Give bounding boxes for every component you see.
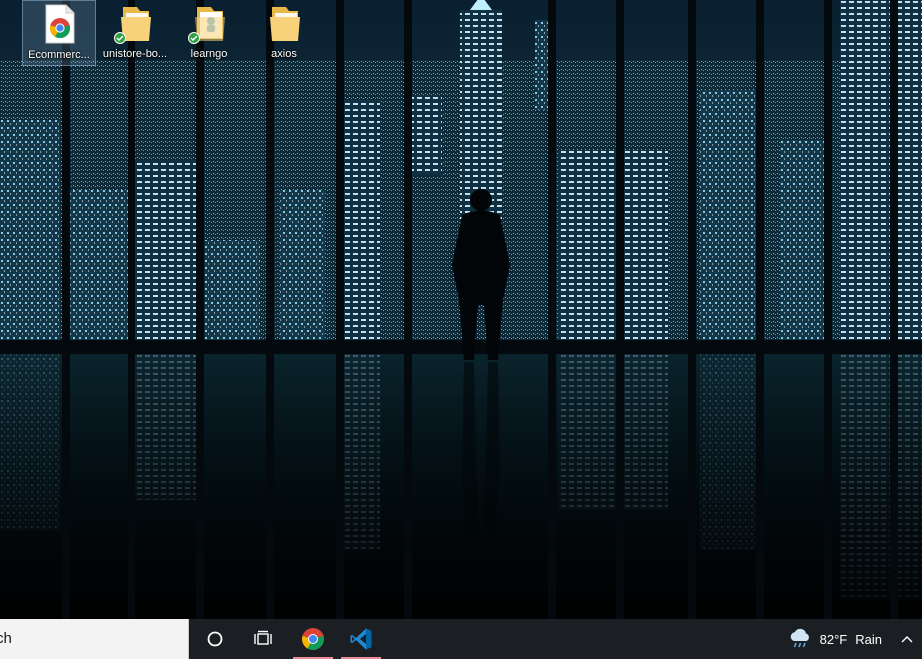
rain-cloud-icon bbox=[790, 628, 809, 648]
desktop-icon-learngo-folder[interactable]: learngo bbox=[172, 0, 246, 66]
weather-widget[interactable]: 82°F Rain bbox=[782, 619, 892, 659]
task-view-icon bbox=[254, 630, 272, 645]
sync-check-icon bbox=[188, 32, 200, 44]
folder-icon bbox=[266, 3, 302, 43]
folder-icon bbox=[188, 3, 227, 44]
taskbar-search-box[interactable]: ch bbox=[0, 619, 189, 659]
show-hidden-icons-button[interactable] bbox=[892, 619, 922, 659]
desktop-icon-ecommerce-shortcut[interactable]: Ecommerc... bbox=[22, 0, 96, 66]
cortana-button[interactable] bbox=[191, 619, 239, 659]
weather-condition: Rain bbox=[855, 631, 882, 647]
desktop-icon-label: Ecommerc... bbox=[28, 49, 90, 61]
sync-check-icon bbox=[114, 32, 126, 44]
system-tray: 82°F Rain bbox=[782, 619, 922, 659]
desktop-icon-axios-folder[interactable]: axios bbox=[247, 0, 321, 66]
desktop-icon-unistore-folder[interactable]: unistore-bo... bbox=[98, 0, 172, 66]
chevron-up-icon bbox=[901, 636, 913, 643]
search-input-text: ch bbox=[0, 630, 12, 647]
folder-icon bbox=[114, 3, 153, 44]
task-view-button[interactable] bbox=[239, 619, 287, 659]
vscode-icon bbox=[350, 628, 372, 650]
taskbar: ch bbox=[0, 619, 922, 659]
chrome-shortcut-icon bbox=[41, 4, 77, 44]
desktop-icon-label: unistore-bo... bbox=[102, 48, 168, 60]
desktop-icon-label: axios bbox=[271, 48, 297, 60]
taskbar-vscode-button[interactable] bbox=[337, 619, 385, 659]
desktop-wallpaper bbox=[0, 0, 922, 619]
city-night-wallpaper bbox=[0, 0, 922, 619]
chrome-icon bbox=[302, 628, 324, 650]
weather-temperature: 82°F bbox=[819, 631, 848, 647]
desktop-icon-label: learngo bbox=[190, 48, 228, 60]
cortana-icon bbox=[207, 631, 223, 647]
taskbar-chrome-button[interactable] bbox=[289, 619, 337, 659]
